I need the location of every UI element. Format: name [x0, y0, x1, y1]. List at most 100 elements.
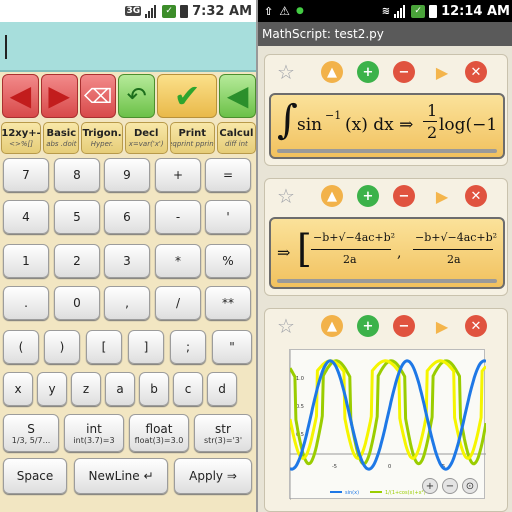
key-close-paren[interactable]: )	[44, 330, 80, 364]
cursor-right-button[interactable]: ▶	[40, 74, 78, 118]
move-up-icon[interactable]: ▲	[321, 315, 343, 337]
key-multiply[interactable]: *	[155, 244, 201, 278]
key-quote[interactable]: '	[205, 200, 251, 234]
key-7[interactable]: 7	[3, 158, 49, 192]
zoom-reset-icon[interactable]: ⊙	[462, 478, 478, 494]
y-tick-label: 1.0	[296, 376, 304, 382]
apply-key[interactable]: Apply ⇒	[174, 458, 252, 494]
status-bar: ⇧ ⚠ ● ≋ ✓ 12:14 AM	[258, 0, 512, 22]
expression-input[interactable]	[0, 22, 256, 72]
text-caret	[5, 35, 7, 59]
key-comma[interactable]: ,	[104, 286, 150, 320]
favorite-star-icon[interactable]: ☆	[275, 184, 297, 208]
category-numbers[interactable]: 12xy+- <>%[]	[1, 122, 42, 154]
key-close-bracket[interactable]: ]	[128, 330, 164, 364]
legend-label-1: sin(x)	[345, 490, 359, 496]
category-calculus[interactable]: Calcul diff int	[216, 122, 256, 154]
signal-icon	[394, 4, 407, 18]
x-tick-label: -5	[332, 464, 337, 470]
function-plot[interactable]: 1.0 0.5 0.5 -5 0 5 sin(x) 1/(1+cos(x)+x²…	[288, 349, 488, 500]
key-simplify[interactable]: S 1/3, 5/7...	[3, 414, 59, 452]
key-c[interactable]: c	[173, 372, 203, 406]
key-percent[interactable]: %	[205, 244, 251, 278]
delete-cell-icon[interactable]: ✕	[465, 185, 487, 207]
cursor-left-button[interactable]: ◀	[2, 74, 39, 118]
zoom-in-icon[interactable]: +	[422, 478, 438, 494]
signal-icon	[145, 4, 158, 18]
key-4[interactable]: 4	[3, 200, 49, 234]
remove-cell-icon[interactable]: −	[393, 61, 415, 83]
clock: 7:32 AM	[192, 3, 252, 19]
confirm-button[interactable]: ✔	[157, 74, 218, 118]
key-x[interactable]: x	[3, 372, 33, 406]
notification-dot-icon: ●	[295, 6, 304, 16]
run-icon[interactable]: ▶	[431, 61, 453, 83]
key-1[interactable]: 1	[3, 244, 49, 278]
key-8[interactable]: 8	[54, 158, 100, 192]
add-cell-icon[interactable]: +	[357, 315, 379, 337]
remove-cell-icon[interactable]: −	[393, 185, 415, 207]
arrow-right-icon: ▶	[48, 79, 70, 112]
key-0[interactable]: 0	[54, 286, 100, 320]
prev-button[interactable]: ◀	[219, 74, 256, 118]
run-icon[interactable]: ▶	[431, 185, 453, 207]
delete-button[interactable]: ⌫	[79, 74, 117, 118]
key-5[interactable]: 5	[54, 200, 100, 234]
screen-pair: 3G ✓ 7:32 AM ◀ ▶ ⌫ ↶ ✔ ◀ 12xy+- <>%[] Bas…	[0, 0, 512, 512]
battery-icon	[429, 4, 438, 18]
key-plus[interactable]: +	[155, 158, 201, 192]
key-equals[interactable]: =	[205, 158, 251, 192]
horizontal-scrollbar[interactable]	[277, 279, 497, 283]
space-key[interactable]: Space	[3, 458, 67, 494]
app-notification-icon: ✓	[162, 4, 177, 18]
key-divide[interactable]: /	[155, 286, 201, 320]
newline-key[interactable]: NewLine ↵	[74, 458, 168, 494]
key-power[interactable]: **	[205, 286, 251, 320]
edit-toolbar: ◀ ▶ ⌫ ↶ ✔ ◀	[0, 74, 256, 120]
run-icon[interactable]: ▶	[431, 315, 453, 337]
keyboard-screen: 3G ✓ 7:32 AM ◀ ▶ ⌫ ↶ ✔ ◀ 12xy+- <>%[] Bas…	[0, 0, 256, 512]
app-notification-icon: ✓	[411, 4, 426, 18]
key-open-bracket[interactable]: [	[86, 330, 122, 364]
backspace-icon: ⌫	[83, 84, 113, 108]
clock: 12:14 AM	[441, 3, 510, 19]
checkmark-icon: ✔	[173, 77, 201, 115]
x-tick-label: 0	[388, 464, 391, 470]
category-print[interactable]: Print eqprint pprint	[169, 122, 215, 154]
delete-cell-icon[interactable]: ✕	[465, 315, 487, 337]
key-float[interactable]: float float(3)=3.0	[129, 414, 189, 452]
key-2[interactable]: 2	[54, 244, 100, 278]
zoom-out-icon[interactable]: −	[442, 478, 458, 494]
key-dot[interactable]: .	[3, 286, 49, 320]
remove-cell-icon[interactable]: −	[393, 315, 415, 337]
key-3[interactable]: 3	[104, 244, 150, 278]
key-semicolon[interactable]: ;	[170, 330, 206, 364]
network-type: 3G	[125, 6, 142, 16]
key-6[interactable]: 6	[104, 200, 150, 234]
add-cell-icon[interactable]: +	[357, 185, 379, 207]
category-decl[interactable]: Decl x=var('x')	[124, 122, 168, 154]
key-str[interactable]: str str(3)='3'	[194, 414, 252, 452]
move-up-icon[interactable]: ▲	[321, 185, 343, 207]
favorite-star-icon[interactable]: ☆	[275, 314, 297, 338]
key-b[interactable]: b	[139, 372, 169, 406]
undo-button[interactable]: ↶	[118, 74, 156, 118]
key-z[interactable]: z	[71, 372, 101, 406]
category-trigon[interactable]: Trigon. Hyper.	[81, 122, 123, 154]
key-d[interactable]: d	[207, 372, 237, 406]
horizontal-scrollbar[interactable]	[277, 149, 497, 153]
status-bar: 3G ✓ 7:32 AM	[0, 0, 256, 22]
key-9[interactable]: 9	[104, 158, 150, 192]
key-double-quote[interactable]: "	[212, 330, 252, 364]
move-up-icon[interactable]: ▲	[321, 61, 343, 83]
key-y[interactable]: y	[37, 372, 67, 406]
key-minus[interactable]: -	[155, 200, 201, 234]
favorite-star-icon[interactable]: ☆	[275, 60, 297, 84]
key-open-paren[interactable]: (	[3, 330, 39, 364]
warning-icon: ⚠	[279, 4, 290, 18]
key-int[interactable]: int int(3.7)=3	[64, 414, 124, 452]
category-basic[interactable]: Basic abs .doit	[43, 122, 80, 154]
delete-cell-icon[interactable]: ✕	[465, 61, 487, 83]
add-cell-icon[interactable]: +	[357, 61, 379, 83]
key-a[interactable]: a	[105, 372, 135, 406]
